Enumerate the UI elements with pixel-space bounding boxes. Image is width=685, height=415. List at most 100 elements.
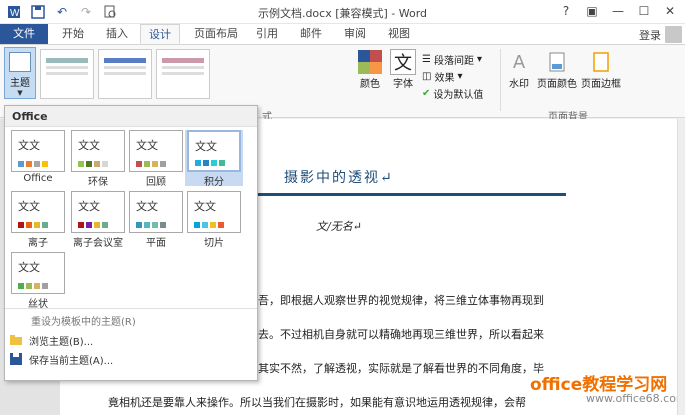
- effects-icon: ◫: [422, 70, 432, 82]
- color-swatch: [86, 222, 92, 228]
- paragraph-line: 吾，即根据人观察世界的视觉规律，将三维立体事物再现到: [258, 294, 544, 307]
- theme-tile[interactable]: 文文回顾: [127, 130, 185, 188]
- color-swatch: [18, 283, 24, 289]
- theme-thumbnail: 文文: [71, 130, 125, 172]
- effects-button[interactable]: ◫ 效果 ▾: [422, 68, 462, 84]
- color-swatch: [34, 161, 40, 167]
- color-swatch: [94, 222, 100, 228]
- color-swatch: [42, 161, 48, 167]
- page-borders-icon: [588, 49, 614, 75]
- theme-thumbnail-text: 文文: [78, 200, 100, 213]
- tab-home[interactable]: 开始: [54, 24, 92, 44]
- colors-button[interactable]: 颜色: [356, 49, 384, 90]
- watermark-label: 水印: [509, 79, 529, 90]
- theme-thumbnail: 文文: [129, 191, 183, 233]
- theme-thumbnail-text: 文文: [18, 200, 40, 213]
- theme-thumbnail: 文文: [11, 130, 65, 172]
- color-swatch: [86, 161, 92, 167]
- style-set-item[interactable]: [98, 49, 152, 99]
- restore-icon[interactable]: ▣: [579, 0, 605, 22]
- color-swatch: [78, 161, 84, 167]
- theme-swatches: [78, 222, 108, 228]
- theme-tile[interactable]: 文文 离子会议室: [69, 191, 127, 249]
- paragraph-spacing-icon: ☰: [422, 53, 431, 65]
- paragraph-line: 竟相机还是要靠人来操作。所以当我们在摄影时，如果能有意识地运用透视规律，会帮: [108, 396, 526, 409]
- style-set-item[interactable]: [156, 49, 210, 99]
- color-swatch: [42, 283, 48, 289]
- tab-design[interactable]: 设计: [140, 24, 180, 44]
- tab-view[interactable]: 视图: [380, 24, 418, 44]
- theme-tile[interactable]: 文文 离子: [9, 191, 67, 249]
- close-icon[interactable]: ✕: [657, 0, 683, 22]
- theme-swatches: [18, 222, 48, 228]
- theme-thumbnail-text: 文文: [136, 139, 158, 152]
- color-swatch: [26, 161, 32, 167]
- browse-themes-menu-item[interactable]: 浏览主题(B)...: [9, 332, 93, 348]
- theme-thumbnail-text: 文文: [78, 139, 100, 152]
- chevron-down-icon: ▼: [17, 89, 23, 97]
- vertical-scrollbar[interactable]: [677, 119, 685, 415]
- paragraph-line: 其实不然，了解透视，实际就是了解看世界的不同角度，毕: [258, 362, 544, 375]
- theme-tile[interactable]: 文文 平面: [127, 191, 185, 249]
- watermark-button[interactable]: A 水印: [504, 49, 534, 91]
- tab-file[interactable]: 文件: [0, 24, 48, 44]
- theme-tile[interactable]: 文文 Office: [9, 130, 67, 184]
- theme-tile[interactable]: 文文 丝状: [9, 252, 67, 310]
- watermark-icon: A: [512, 51, 526, 73]
- title-bar: W ↶ ↷ 示例文档.docx [兼容模式] - Word ? ▣ — ☐ ✕: [0, 0, 685, 24]
- color-swatch: [152, 161, 158, 167]
- tab-insert[interactable]: 插入: [98, 24, 136, 44]
- theme-swatches: [18, 161, 48, 167]
- color-swatch: [202, 222, 208, 228]
- site-url: www.office68.com: [586, 392, 685, 405]
- theme-swatches: [194, 222, 224, 228]
- menu-separator: [5, 308, 257, 309]
- page-color-icon: [544, 49, 570, 75]
- color-swatch: [26, 283, 32, 289]
- color-swatch: [42, 222, 48, 228]
- color-swatch: [78, 222, 84, 228]
- page-borders-label: 页面边框: [581, 79, 621, 90]
- color-swatch: [136, 161, 142, 167]
- set-default-button[interactable]: ✔ 设为默认值: [422, 85, 483, 101]
- login-link[interactable]: 登录: [639, 27, 661, 43]
- page-color-button[interactable]: 页面颜色: [536, 49, 578, 90]
- reset-theme-menu-item[interactable]: 重设为模板中的主题(R): [31, 312, 136, 328]
- maximize-icon[interactable]: ☐: [631, 0, 657, 22]
- avatar[interactable]: [665, 26, 682, 43]
- color-swatch: [194, 222, 200, 228]
- style-set-gallery: [40, 49, 355, 103]
- tab-review[interactable]: 审阅: [336, 24, 374, 44]
- tab-references[interactable]: 引用: [248, 24, 286, 44]
- paragraph-spacing-button[interactable]: ☰ 段落间距 ▾: [422, 51, 482, 67]
- minimize-icon[interactable]: —: [605, 0, 631, 22]
- save-theme-menu-item[interactable]: 保存当前主题(A)...: [9, 351, 113, 367]
- fonts-button[interactable]: 文 字体: [388, 49, 418, 90]
- color-swatch: [102, 161, 108, 167]
- tab-mailings[interactable]: 邮件: [292, 24, 330, 44]
- color-swatch: [144, 161, 150, 167]
- theme-swatches: [136, 222, 166, 228]
- theme-swatches: [18, 283, 48, 289]
- style-set-item[interactable]: [40, 49, 94, 99]
- help-icon[interactable]: ?: [553, 0, 579, 22]
- themes-button[interactable]: 主题 ▼: [4, 47, 36, 99]
- themes-label: 主题: [10, 78, 30, 89]
- theme-tile[interactable]: 文文 积分: [185, 130, 243, 188]
- color-swatch: [102, 222, 108, 228]
- theme-name: 回顾: [146, 177, 166, 188]
- page-color-label: 页面颜色: [537, 79, 577, 90]
- theme-thumbnail: 文文: [187, 191, 241, 233]
- page-borders-button[interactable]: 页面边框: [580, 49, 622, 90]
- theme-thumbnail-text: 文文: [18, 261, 40, 274]
- color-palette-icon: [357, 49, 383, 75]
- theme-thumbnail-text: 文文: [194, 200, 216, 213]
- color-swatch: [210, 222, 216, 228]
- folder-icon: [9, 334, 23, 346]
- theme-thumbnail-text: 文文: [195, 140, 217, 153]
- color-swatch: [34, 283, 40, 289]
- theme-tile[interactable]: 文文 环保: [69, 130, 127, 188]
- theme-thumbnail: 文文: [129, 130, 183, 172]
- tab-page-layout[interactable]: 页面布局: [186, 24, 246, 44]
- theme-tile[interactable]: 文文 切片: [185, 191, 243, 249]
